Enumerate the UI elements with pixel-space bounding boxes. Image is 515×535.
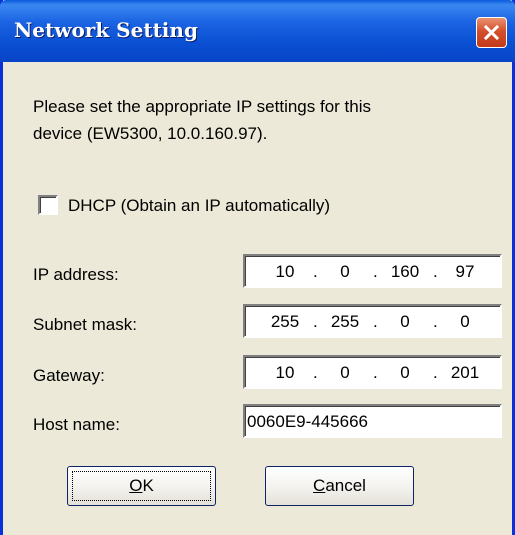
gateway-dot: . (373, 363, 378, 382)
host-name-input[interactable]: 0060E9-445666 (243, 404, 502, 438)
subnet-octet-2[interactable]: 255 (325, 311, 365, 333)
instruction-message: Please set the appropriate IP settings f… (33, 93, 493, 147)
gateway-dot: . (313, 363, 318, 382)
network-setting-dialog: Network Setting Please set the appropria… (0, 0, 515, 535)
ip-address-label: IP address: (33, 265, 119, 284)
gateway-octet-2[interactable]: 0 (325, 362, 365, 384)
subnet-dot: . (313, 312, 318, 331)
subnet-dot: . (373, 312, 378, 331)
subnet-octet-4[interactable]: 0 (445, 311, 485, 333)
gateway-field[interactable]: 10 . 0 . 0 . 201 (243, 355, 502, 389)
ok-button[interactable]: OK (67, 466, 216, 506)
cancel-mnemonic: C (313, 476, 326, 495)
host-name-label: Host name: (33, 415, 120, 434)
gateway-octet-4[interactable]: 201 (445, 362, 485, 384)
gateway-dot: . (433, 363, 438, 382)
message-line-2: device (EW5300, 10.0.160.97). (33, 124, 268, 143)
ip-dot: . (433, 262, 438, 281)
close-icon (483, 24, 500, 41)
ip-octet-4[interactable]: 97 (445, 261, 485, 283)
subnet-dot: . (433, 312, 438, 331)
title-bar[interactable]: Network Setting (0, 0, 515, 62)
subnet-octet-3[interactable]: 0 (385, 311, 425, 333)
subnet-mask-field[interactable]: 255 . 255 . 0 . 0 (243, 304, 502, 338)
window-title: Network Setting (14, 18, 198, 42)
focus-rectangle (72, 471, 211, 501)
ip-octet-3[interactable]: 160 (385, 261, 425, 283)
subnet-mask-label: Subnet mask: (33, 315, 137, 334)
dhcp-checkbox[interactable] (38, 195, 58, 215)
close-button[interactable] (476, 17, 507, 48)
dhcp-label[interactable]: DHCP (Obtain an IP automatically) (68, 194, 330, 218)
ip-octet-2[interactable]: 0 (325, 261, 365, 283)
gateway-label: Gateway: (33, 366, 105, 385)
cancel-button[interactable]: Cancel (265, 466, 414, 506)
gateway-octet-3[interactable]: 0 (385, 362, 425, 384)
message-line-1: Please set the appropriate IP settings f… (33, 97, 371, 116)
cancel-label-rest: ancel (325, 476, 366, 495)
gateway-octet-1[interactable]: 10 (265, 362, 305, 384)
host-name-value[interactable]: 0060E9-445666 (247, 411, 368, 433)
ip-octet-1[interactable]: 10 (265, 261, 305, 283)
subnet-octet-1[interactable]: 255 (265, 311, 305, 333)
ip-address-field[interactable]: 10 . 0 . 160 . 97 (243, 254, 502, 288)
ip-dot: . (373, 262, 378, 281)
ip-dot: . (313, 262, 318, 281)
